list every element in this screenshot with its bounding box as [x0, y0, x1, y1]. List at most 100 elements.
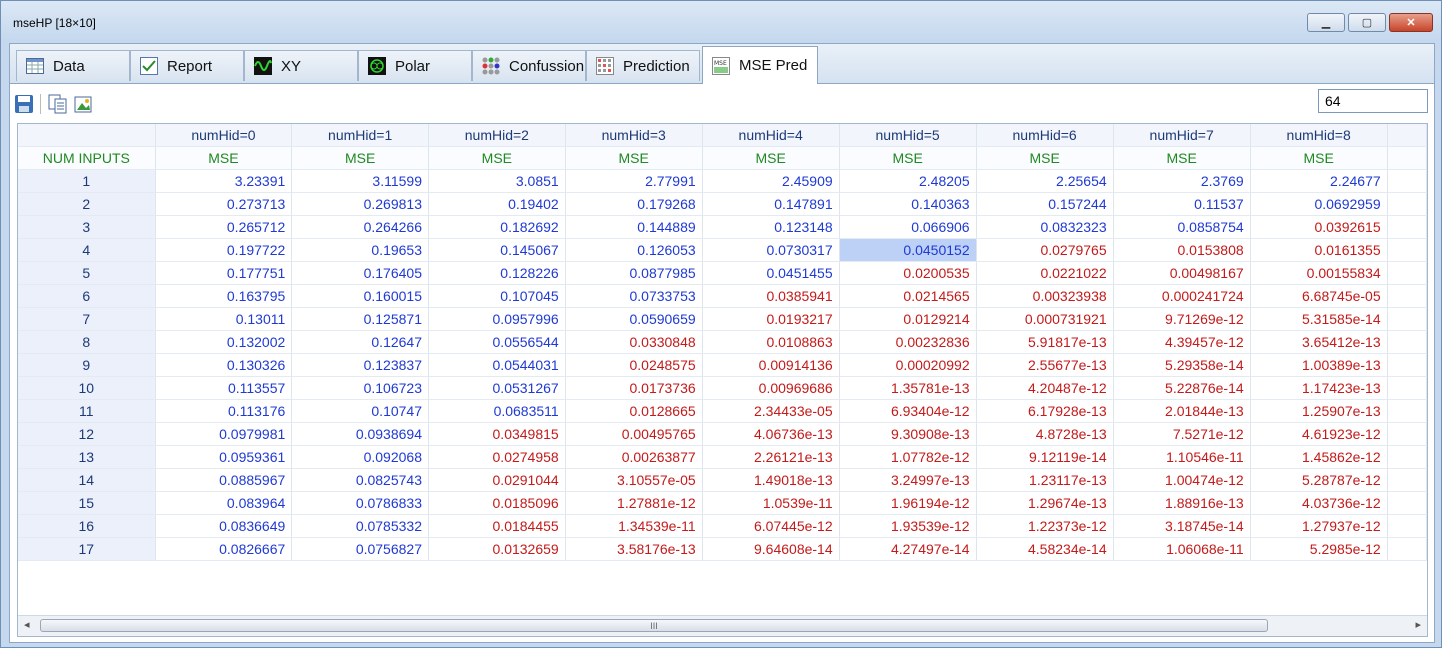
mse-cell[interactable]: 1.17423e-13 [1250, 376, 1388, 400]
mse-cell[interactable]: 1.49018e-13 [702, 468, 840, 492]
mse-cell[interactable]: 0.0451455 [702, 261, 840, 285]
mse-cell[interactable]: 6.07445e-12 [702, 514, 840, 538]
mse-cell[interactable]: 3.10557e-05 [565, 468, 703, 492]
mse-cell[interactable]: 0.0683511 [428, 399, 566, 423]
mse-cell[interactable]: 0.0349815 [428, 422, 566, 446]
mse-cell[interactable]: 0.0132659 [428, 537, 566, 561]
mse-cell[interactable]: 0.0733753 [565, 284, 703, 308]
mse-cell[interactable]: 0.0184455 [428, 514, 566, 538]
mse-cell[interactable]: 2.01844e-13 [1113, 399, 1251, 423]
mse-cell[interactable]: 0.273713 [155, 192, 293, 216]
mse-cell[interactable]: 1.93539e-12 [839, 514, 977, 538]
mse-cell[interactable]: 1.29674e-13 [976, 491, 1114, 515]
mse-cell[interactable]: 0.00263877 [565, 445, 703, 469]
mse-cell[interactable]: 4.39457e-12 [1113, 330, 1251, 354]
mse-cell[interactable]: 2.45909 [702, 169, 840, 193]
mse-cell[interactable]: 0.0826667 [155, 537, 293, 561]
mse-cell[interactable]: 0.130326 [155, 353, 293, 377]
mse-cell[interactable]: 0.269813 [291, 192, 429, 216]
table-row[interactable]: 3 0.265712 0.264266 0.182692 0.144889 0.12314… [18, 215, 1427, 239]
mse-cell[interactable]: 0.0221022 [976, 261, 1114, 285]
mse-cell[interactable]: 0.132002 [155, 330, 293, 354]
mse-cell[interactable]: 2.24677 [1250, 169, 1388, 193]
mse-cell[interactable]: 0.126053 [565, 238, 703, 262]
table-row[interactable]: 6 0.163795 0.160015 0.107045 0.0733753 0.0385… [18, 284, 1427, 308]
mse-cell[interactable]: 4.61923e-12 [1250, 422, 1388, 446]
mse-cell[interactable]: 0.19402 [428, 192, 566, 216]
mse-cell[interactable]: 0.0825743 [291, 468, 429, 492]
mse-cell[interactable]: 2.25654 [976, 169, 1114, 193]
mse-cell[interactable]: 0.145067 [428, 238, 566, 262]
row-header[interactable]: 16 [18, 514, 156, 538]
mse-cell[interactable]: 9.71269e-12 [1113, 307, 1251, 331]
mse-cell[interactable]: 0.00969686 [702, 376, 840, 400]
mse-cell[interactable]: 0.00323938 [976, 284, 1114, 308]
mse-cell[interactable]: 0.0730317 [702, 238, 840, 262]
mse-cell[interactable]: 1.00389e-13 [1250, 353, 1388, 377]
save-icon[interactable] [14, 94, 34, 114]
mse-cell[interactable]: 0.179268 [565, 192, 703, 216]
mse-cell[interactable]: 0.0450152 [839, 238, 977, 262]
mse-cell[interactable]: 0.176405 [291, 261, 429, 285]
mse-cell[interactable]: 4.06736e-13 [702, 422, 840, 446]
scrollbar-thumb[interactable]: III [40, 619, 1268, 632]
mse-cell[interactable]: 1.88916e-13 [1113, 491, 1251, 515]
mse-cell[interactable]: 1.06068e-11 [1113, 537, 1251, 561]
mse-cell[interactable]: 1.22373e-12 [976, 514, 1114, 538]
mse-cell[interactable]: 0.000731921 [976, 307, 1114, 331]
mse-cell[interactable]: 2.55677e-13 [976, 353, 1114, 377]
table-row[interactable]: 1 3.23391 3.11599 3.0851 2.77991 2.45909 2.482… [18, 169, 1427, 193]
table-row[interactable]: 5 0.177751 0.176405 0.128226 0.0877985 0.0451… [18, 261, 1427, 285]
tab-data[interactable]: Data [16, 50, 130, 81]
mse-cell[interactable]: 5.2985e-12 [1250, 537, 1388, 561]
table-row[interactable]: 8 0.132002 0.12647 0.0556544 0.0330848 0.0108… [18, 330, 1427, 354]
mse-cell[interactable]: 0.128226 [428, 261, 566, 285]
mse-cell[interactable]: 0.140363 [839, 192, 977, 216]
mse-cell[interactable]: 9.64608e-14 [702, 537, 840, 561]
mse-cell[interactable]: 0.0957996 [428, 307, 566, 331]
mse-cell[interactable]: 6.68745e-05 [1250, 284, 1388, 308]
mse-cell[interactable]: 0.00020992 [839, 353, 977, 377]
mse-cell[interactable]: 0.0108863 [702, 330, 840, 354]
tab-xy[interactable]: XY [244, 50, 358, 81]
mse-cell[interactable]: 9.30908e-13 [839, 422, 977, 446]
mse-cell[interactable]: 0.19653 [291, 238, 429, 262]
mse-cell[interactable]: 0.0959361 [155, 445, 293, 469]
mse-cell[interactable]: 0.11537 [1113, 192, 1251, 216]
mse-cell[interactable]: 3.0851 [428, 169, 566, 193]
mse-cell[interactable]: 0.0274958 [428, 445, 566, 469]
mse-cell[interactable]: 1.35781e-13 [839, 376, 977, 400]
mse-cell[interactable]: 0.13011 [155, 307, 293, 331]
mse-cell[interactable]: 0.0531267 [428, 376, 566, 400]
mse-cell[interactable]: 0.0877985 [565, 261, 703, 285]
mse-cell[interactable]: 1.27937e-12 [1250, 514, 1388, 538]
mse-cell[interactable]: 1.23117e-13 [976, 468, 1114, 492]
mse-cell[interactable]: 0.0832323 [976, 215, 1114, 239]
mse-cell[interactable]: 0.123148 [702, 215, 840, 239]
mse-cell[interactable]: 0.083964 [155, 491, 293, 515]
mse-grid[interactable]: numHid=0 numHid=1 numHid=2 numHid=3 numH… [17, 123, 1428, 637]
mse-cell[interactable]: 0.12647 [291, 330, 429, 354]
table-row[interactable]: 13 0.0959361 0.092068 0.0274958 0.00263877 2.… [18, 445, 1427, 469]
mse-cell[interactable]: 2.34433e-05 [702, 399, 840, 423]
mse-cell[interactable]: 0.264266 [291, 215, 429, 239]
mse-cell[interactable]: 3.23391 [155, 169, 293, 193]
mse-cell[interactable]: 0.0185096 [428, 491, 566, 515]
mse-cell[interactable]: 0.0938694 [291, 422, 429, 446]
tab-confussion[interactable]: Confussion [472, 50, 586, 81]
mse-cell[interactable]: 0.0279765 [976, 238, 1114, 262]
mse-cell[interactable]: 0.066906 [839, 215, 977, 239]
row-header[interactable]: 10 [18, 376, 156, 400]
mse-cell[interactable]: 4.03736e-12 [1250, 491, 1388, 515]
mse-cell[interactable]: 0.0153808 [1113, 238, 1251, 262]
mse-cell[interactable]: 0.0392615 [1250, 215, 1388, 239]
mse-cell[interactable]: 3.65412e-13 [1250, 330, 1388, 354]
row-header[interactable]: 2 [18, 192, 156, 216]
table-row[interactable]: 7 0.13011 0.125871 0.0957996 0.0590659 0.0193… [18, 307, 1427, 331]
horizontal-scrollbar[interactable]: ◂ III ▸ [18, 615, 1427, 636]
column-header[interactable]: numHid=3 [565, 124, 703, 147]
row-header[interactable]: 3 [18, 215, 156, 239]
mse-cell[interactable]: 0.182692 [428, 215, 566, 239]
mse-cell[interactable]: 0.0385941 [702, 284, 840, 308]
mse-cell[interactable]: 0.107045 [428, 284, 566, 308]
